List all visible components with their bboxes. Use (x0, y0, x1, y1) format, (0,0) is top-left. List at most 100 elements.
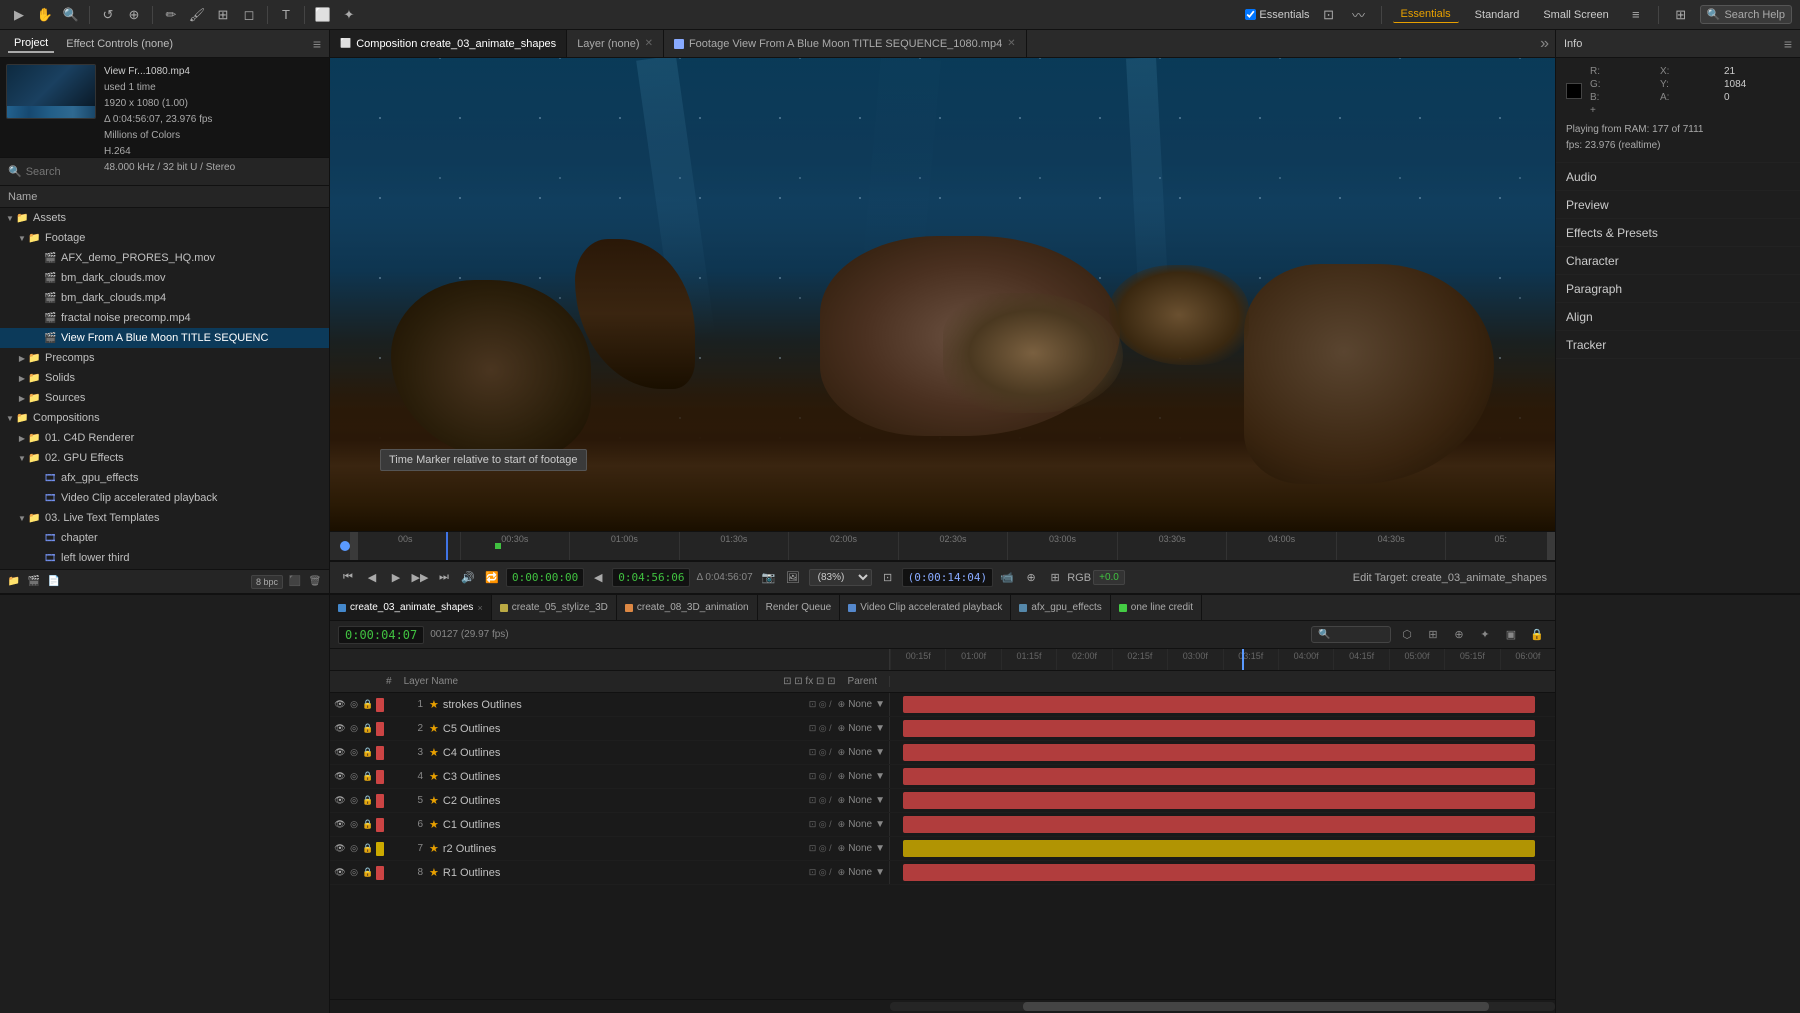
tree-item-c4d[interactable]: ▶ 📁 01. C4D Renderer (0, 428, 329, 448)
prev-frame-btn[interactable]: ◀ (362, 568, 382, 588)
tree-item-afx-gpu[interactable]: 🎞 afx_gpu_effects (0, 468, 329, 488)
layer-lock-4[interactable]: 🔒 (362, 771, 374, 782)
layer-vis-6[interactable]: 👁 (334, 819, 346, 830)
layer-row-2[interactable]: 👁 ◎ 🔒 2 ★ C5 Outlines ⊡ ◎ / ⊕ None ▼ (330, 717, 1555, 741)
workspace-essentials[interactable]: Essentials (1393, 6, 1459, 23)
preview-section[interactable]: Preview (1556, 191, 1800, 219)
layer-lock-7[interactable]: 🔒 (362, 843, 374, 854)
layer-solo-8[interactable]: ◎ (348, 867, 360, 878)
tl-tool-6[interactable]: 🔒 (1527, 625, 1547, 645)
timecode-start[interactable]: 0:00:00:00 (506, 568, 584, 587)
project-tab[interactable]: Project (8, 35, 54, 53)
zoom-tool[interactable]: 🔍 (60, 4, 82, 26)
tree-item-sources[interactable]: ▶ 📁 Sources (0, 388, 329, 408)
new-folder-icon[interactable]: 📁 (6, 574, 22, 590)
tree-item-bm-mp4[interactable]: 🎬 bm_dark_clouds.mp4 (0, 288, 329, 308)
layer-lock-1[interactable]: 🔒 (362, 699, 374, 710)
layer-solo-5[interactable]: ◎ (348, 795, 360, 806)
comp-tab-create-05[interactable]: create_05_stylize_3D (492, 595, 617, 620)
layer-star-6[interactable]: ★ (429, 818, 439, 831)
layer-vis-1[interactable]: 👁 (334, 699, 346, 710)
effect-controls-tab[interactable]: Effect Controls (none) (60, 36, 179, 52)
overlay-btn[interactable]: ⊕ (1021, 568, 1041, 588)
tab-comp-create-03[interactable]: ⬜ Composition create_03_animate_shapes (330, 30, 567, 57)
fit-btn[interactable]: ⊡ (878, 568, 898, 588)
layer-solo-1[interactable]: ◎ (348, 699, 360, 710)
layer-star-3[interactable]: ★ (429, 746, 439, 759)
layer-row-7[interactable]: 👁 ◎ 🔒 7 ★ r2 Outlines ⊡ ◎ / ⊕ None ▼ (330, 837, 1555, 861)
layer-row-4[interactable]: 👁 ◎ 🔒 4 ★ C3 Outlines ⊡ ◎ / ⊕ None ▼ (330, 765, 1555, 789)
play-btn[interactable]: ▶ (386, 568, 406, 588)
align-section[interactable]: Align (1556, 303, 1800, 331)
grid-icon[interactable]: ⊞ (1670, 4, 1692, 26)
layer-vis-4[interactable]: 👁 (334, 771, 346, 782)
rotate-tool[interactable]: ↺ (97, 4, 119, 26)
layer-vis-3[interactable]: 👁 (334, 747, 346, 758)
next-frame-btn[interactable]: ▶▶ (410, 568, 430, 588)
tree-item-video-clip[interactable]: 🎞 Video Clip accelerated playback (0, 488, 329, 508)
tree-item-solids[interactable]: ▶ 📁 Solids (0, 368, 329, 388)
layer-row-6[interactable]: 👁 ◎ 🔒 6 ★ C1 Outlines ⊡ ◎ / ⊕ None ▼ (330, 813, 1555, 837)
layer-vis-7[interactable]: 👁 (334, 843, 346, 854)
layer-solo-4[interactable]: ◎ (348, 771, 360, 782)
paragraph-section[interactable]: Paragraph (1556, 275, 1800, 303)
motion-sketch-icon[interactable]: 〰 (1348, 4, 1370, 26)
search-help-bar[interactable]: 🔍 Search Help (1700, 5, 1792, 24)
grid-overlay-btn[interactable]: ⊞ (1045, 568, 1065, 588)
tab-layer-close[interactable]: ✕ (645, 38, 653, 49)
color-preview-swatch[interactable] (1566, 83, 1582, 99)
tree-item-left-lower[interactable]: 🎞 left lower third (0, 548, 329, 568)
tl-tool-4[interactable]: ✦ (1475, 625, 1495, 645)
layer-solo-2[interactable]: ◎ (348, 723, 360, 734)
tl-tool-5[interactable]: ▣ (1501, 625, 1521, 645)
shape-tool[interactable]: ⬜ (312, 4, 334, 26)
layer-lock-6[interactable]: 🔒 (362, 819, 374, 830)
comp-tab-video-clip[interactable]: Video Clip accelerated playback (840, 595, 1011, 620)
layer-vis-8[interactable]: 👁 (334, 867, 346, 878)
channel-btn[interactable]: RGB (1069, 568, 1089, 588)
layer-row-8[interactable]: 👁 ◎ 🔒 8 ★ R1 Outlines ⊡ ◎ / ⊕ None ▼ (330, 861, 1555, 885)
tree-item-live-text[interactable]: ▼ 📁 03. Live Text Templates (0, 508, 329, 528)
eraser-tool[interactable]: ◻ (238, 4, 260, 26)
layer-star-1[interactable]: ★ (429, 698, 439, 711)
audio-btn[interactable]: 🔊 (458, 568, 478, 588)
show-snapshot-btn[interactable]: 🖼 (783, 568, 803, 588)
tree-item-fractal[interactable]: 🎬 fractal noise precomp.mp4 (0, 308, 329, 328)
layer-solo-3[interactable]: ◎ (348, 747, 360, 758)
layer-lock-3[interactable]: 🔒 (362, 747, 374, 758)
snapshot-btn[interactable]: 📷 (759, 568, 779, 588)
timeline-start-handle[interactable] (350, 532, 358, 560)
align-icon[interactable]: ⊡ (1318, 4, 1340, 26)
zoom-select[interactable]: (83%) (100%) (50%) (200%) (809, 569, 872, 586)
layer-star-7[interactable]: ★ (429, 842, 439, 855)
workspace-menu-icon[interactable]: ≡ (1625, 4, 1647, 26)
layer-lock-5[interactable]: 🔒 (362, 795, 374, 806)
tl-tool-1[interactable]: ⬡ (1397, 625, 1417, 645)
layer-lock-8[interactable]: 🔒 (362, 867, 374, 878)
tl-tool-3[interactable]: ⊕ (1449, 625, 1469, 645)
layer-star-2[interactable]: ★ (429, 722, 439, 735)
workspace-standard[interactable]: Standard (1467, 7, 1528, 23)
layer-solo-7[interactable]: ◎ (348, 843, 360, 854)
layer-star-5[interactable]: ★ (429, 794, 439, 807)
tab-expand-icon[interactable]: » (1534, 30, 1555, 57)
character-section[interactable]: Character (1556, 247, 1800, 275)
info-panel-menu[interactable]: ≡ (1784, 36, 1792, 52)
comp-tab-afx-gpu[interactable]: afx_gpu_effects (1011, 595, 1110, 620)
tl-tool-2[interactable]: ⊞ (1423, 625, 1443, 645)
camera-tool[interactable]: ⊕ (123, 4, 145, 26)
timeline-scrollbar[interactable] (330, 999, 1555, 1013)
panel-menu-icon[interactable]: ≡ (313, 36, 321, 52)
tree-item-view-from[interactable]: 🎬 View From A Blue Moon TITLE SEQUENC (0, 328, 329, 348)
delete-icon[interactable]: 🗑 (307, 574, 323, 590)
layer-vis-2[interactable]: 👁 (334, 723, 346, 734)
layer-star-8[interactable]: ★ (429, 866, 439, 879)
tree-item-afx-demo[interactable]: 🎬 AFX_demo_PRORES_HQ.mov (0, 248, 329, 268)
comp-tab-close-1[interactable]: × (477, 603, 482, 613)
tree-item-gpu-effects[interactable]: ▼ 📁 02. GPU Effects (0, 448, 329, 468)
layer-solo-6[interactable]: ◎ (348, 819, 360, 830)
comp-timecode[interactable]: 0:00:04:07 (338, 626, 424, 644)
frame-step-left[interactable]: ◀ (588, 568, 608, 588)
layer-row-1[interactable]: 👁 ◎ 🔒 1 ★ strokes Outlines ⊡ ◎ / ⊕ None … (330, 693, 1555, 717)
pen-tool[interactable]: ✏ (160, 4, 182, 26)
